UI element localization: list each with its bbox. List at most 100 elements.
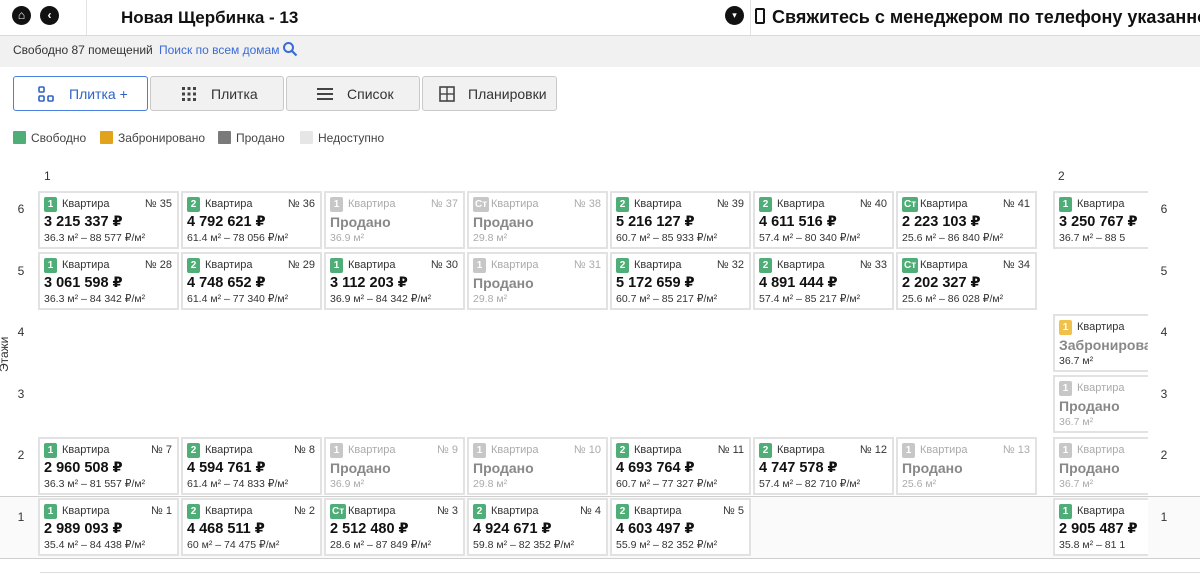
apartment-price: 4 603 497 ₽ bbox=[616, 521, 695, 537]
rooms-badge: 1 bbox=[1059, 443, 1072, 458]
apartment-status: Продано bbox=[473, 214, 534, 230]
apartment-area-price: 29.8 м² bbox=[473, 232, 508, 244]
apartment-status: Забронирова bbox=[1059, 337, 1148, 353]
apartment-area-price: 55.9 м² – 82 352 ₽/м² bbox=[616, 539, 718, 551]
apartment-area-price: 29.8 м² bbox=[473, 478, 508, 490]
rooms-badge: Ст bbox=[330, 504, 347, 519]
apartment-number: № 36 bbox=[287, 198, 315, 210]
rooms-badge: 2 bbox=[473, 504, 486, 519]
apartment-type: Квартира bbox=[491, 259, 539, 271]
apartment-number: № 37 bbox=[430, 198, 458, 210]
apartment-status: Продано bbox=[902, 460, 963, 476]
apartment-card[interactable]: 1 Квартира Забронирова 36.7 м² bbox=[1053, 314, 1148, 372]
apartment-price: 4 611 516 ₽ bbox=[759, 214, 837, 230]
rooms-badge: 2 bbox=[759, 197, 772, 212]
apartment-area-price: 61.4 м² – 74 833 ₽/м² bbox=[187, 478, 289, 490]
rooms-badge: 2 bbox=[616, 443, 629, 458]
apartment-type: Квартира bbox=[205, 444, 253, 456]
apartment-type: Квартира bbox=[920, 444, 968, 456]
apartment-number: № 11 bbox=[717, 444, 744, 456]
apartment-card[interactable]: 2 Квартира № 40 4 611 516 ₽ 57.4 м² – 80 340… bbox=[753, 191, 894, 249]
apartment-type: Квартира bbox=[491, 444, 539, 456]
apartment-area-price: 35.8 м² – 81 1 bbox=[1059, 539, 1126, 551]
apartment-number: № 29 bbox=[287, 259, 315, 271]
apartment-card[interactable]: 2 Квартира № 33 4 891 444 ₽ 57.4 м² – 85 217… bbox=[753, 252, 894, 310]
apartment-price: 2 512 480 ₽ bbox=[330, 521, 409, 537]
apartment-card[interactable]: 1 Квартира 3 250 767 ₽ 36.7 м² – 88 5 bbox=[1053, 191, 1148, 249]
apartment-type: Квартира bbox=[205, 259, 253, 271]
rooms-badge: 1 bbox=[44, 258, 57, 273]
apartment-type: Квартира bbox=[62, 198, 110, 210]
rooms-badge: 2 bbox=[759, 443, 772, 458]
apartment-type: Квартира bbox=[1077, 505, 1125, 517]
apartment-area-price: 36.3 м² – 84 342 ₽/м² bbox=[44, 293, 146, 305]
apartment-card[interactable]: 2 Квартира № 29 4 748 652 ₽ 61.4 м² – 77 340… bbox=[181, 252, 322, 310]
rooms-badge: 2 bbox=[187, 197, 200, 212]
apartment-area-price: 35.4 м² – 84 438 ₽/м² bbox=[44, 539, 146, 551]
apartment-card[interactable]: 1 Квартира № 35 3 215 337 ₽ 36.3 м² – 88 577… bbox=[38, 191, 179, 249]
apartment-card[interactable]: 2 Квартира № 8 4 594 761 ₽ 61.4 м² – 74 833 … bbox=[181, 437, 322, 495]
apartment-number: № 35 bbox=[144, 198, 172, 210]
apartment-card[interactable]: 2 Квартира № 4 4 924 671 ₽ 59.8 м² – 82 352 … bbox=[467, 498, 608, 556]
apartment-card[interactable]: 1 Квартира № 10 Продано 29.8 м² bbox=[467, 437, 608, 495]
apartment-type: Квартира bbox=[62, 444, 110, 456]
rooms-badge: Ст bbox=[902, 258, 919, 273]
apartment-card[interactable]: 1 Квартира № 9 Продано 36.9 м² bbox=[324, 437, 465, 495]
apartment-card[interactable]: 1 Квартира № 13 Продано 25.6 м² bbox=[896, 437, 1037, 495]
apartment-type: Квартира bbox=[634, 505, 682, 517]
apartment-card[interactable]: 2 Квартира № 39 5 216 127 ₽ 60.7 м² – 85 933… bbox=[610, 191, 751, 249]
apartment-price: 4 792 621 ₽ bbox=[187, 214, 266, 230]
apartment-card[interactable]: Ст Квартира № 34 2 202 327 ₽ 25.6 м² – 86 02… bbox=[896, 252, 1037, 310]
apartment-type: Квартира bbox=[777, 259, 825, 271]
apartment-type: Квартира bbox=[1077, 444, 1125, 456]
apartment-type: Квартира bbox=[634, 198, 682, 210]
apartment-type: Квартира bbox=[634, 444, 682, 456]
apartment-card[interactable]: 1 Квартира Продано 36.7 м² bbox=[1053, 375, 1148, 433]
rooms-badge: 2 bbox=[187, 258, 200, 273]
apartment-price: 3 215 337 ₽ bbox=[44, 214, 123, 230]
apartment-card[interactable]: 1 Квартира № 31 Продано 29.8 м² bbox=[467, 252, 608, 310]
apartment-price: 3 061 598 ₽ bbox=[44, 275, 123, 291]
apartment-number: № 41 bbox=[1002, 198, 1030, 210]
apartment-type: Квартира bbox=[491, 505, 539, 517]
apartment-area-price: 36.7 м² bbox=[1059, 478, 1094, 490]
apartment-card[interactable]: 1 Квартира № 37 Продано 36.9 м² bbox=[324, 191, 465, 249]
apartment-card[interactable]: 1 Квартира 2 905 487 ₽ 35.8 м² – 81 1 bbox=[1053, 498, 1148, 556]
apartment-area-price: 36.9 м² – 84 342 ₽/м² bbox=[330, 293, 432, 305]
rooms-badge: 2 bbox=[759, 258, 772, 273]
apartment-area-price: 60.7 м² – 77 327 ₽/м² bbox=[616, 478, 718, 490]
apartment-card[interactable]: 2 Квартира № 36 4 792 621 ₽ 61.4 м² – 78 056… bbox=[181, 191, 322, 249]
apartment-card[interactable]: 2 Квартира № 5 4 603 497 ₽ 55.9 м² – 82 352 … bbox=[610, 498, 751, 556]
apartment-type: Квартира bbox=[348, 259, 396, 271]
apartment-card[interactable]: Ст Квартира № 41 2 223 103 ₽ 25.6 м² – 86 84… bbox=[896, 191, 1037, 249]
apartment-card[interactable]: 2 Квартира № 32 5 172 659 ₽ 60.7 м² – 85 217… bbox=[610, 252, 751, 310]
apartment-card[interactable]: 2 Квартира № 12 4 747 578 ₽ 57.4 м² – 82 710… bbox=[753, 437, 894, 495]
rooms-badge: 2 bbox=[616, 197, 629, 212]
apartment-type: Квартира bbox=[205, 198, 253, 210]
apartment-card[interactable]: 1 Квартира № 7 2 960 508 ₽ 36.3 м² – 81 557 … bbox=[38, 437, 179, 495]
apartment-type: Квартира bbox=[348, 198, 396, 210]
apartment-number: № 12 bbox=[859, 444, 887, 456]
rooms-badge: Ст bbox=[473, 197, 490, 212]
apartment-type: Квартира bbox=[777, 198, 825, 210]
apartment-area-price: 25.6 м² bbox=[902, 478, 937, 490]
apartment-card[interactable]: 2 Квартира № 11 4 693 764 ₽ 60.7 м² – 77 327… bbox=[610, 437, 751, 495]
apartment-card[interactable]: 1 Квартира Продано 36.7 м² bbox=[1053, 437, 1148, 495]
apartment-number: № 28 bbox=[144, 259, 172, 271]
apartment-area-price: 57.4 м² – 82 710 ₽/м² bbox=[759, 478, 861, 490]
apartment-card[interactable]: 1 Квартира № 30 3 112 203 ₽ 36.9 м² – 84 342… bbox=[324, 252, 465, 310]
apartment-card[interactable]: Ст Квартира № 3 2 512 480 ₽ 28.6 м² – 87 849… bbox=[324, 498, 465, 556]
apartment-card[interactable]: Ст Квартира № 38 Продано 29.8 м² bbox=[467, 191, 608, 249]
apartment-area-price: 36.9 м² bbox=[330, 478, 365, 490]
apartment-card[interactable]: 2 Квартира № 2 4 468 511 ₽ 60 м² – 74 475 ₽/… bbox=[181, 498, 322, 556]
apartment-status: Продано bbox=[473, 460, 534, 476]
apartment-status: Продано bbox=[1059, 460, 1120, 476]
apartment-number: № 39 bbox=[716, 198, 744, 210]
apartment-card[interactable]: 1 Квартира № 1 2 989 093 ₽ 35.4 м² – 84 438 … bbox=[38, 498, 179, 556]
rooms-badge: Ст bbox=[902, 197, 919, 212]
rooms-badge: 1 bbox=[44, 443, 57, 458]
apartment-card[interactable]: 1 Квартира № 28 3 061 598 ₽ 36.3 м² – 84 342… bbox=[38, 252, 179, 310]
rooms-badge: 2 bbox=[187, 504, 200, 519]
rooms-badge: 1 bbox=[44, 504, 57, 519]
apartment-area-price: 61.4 м² – 78 056 ₽/м² bbox=[187, 232, 289, 244]
